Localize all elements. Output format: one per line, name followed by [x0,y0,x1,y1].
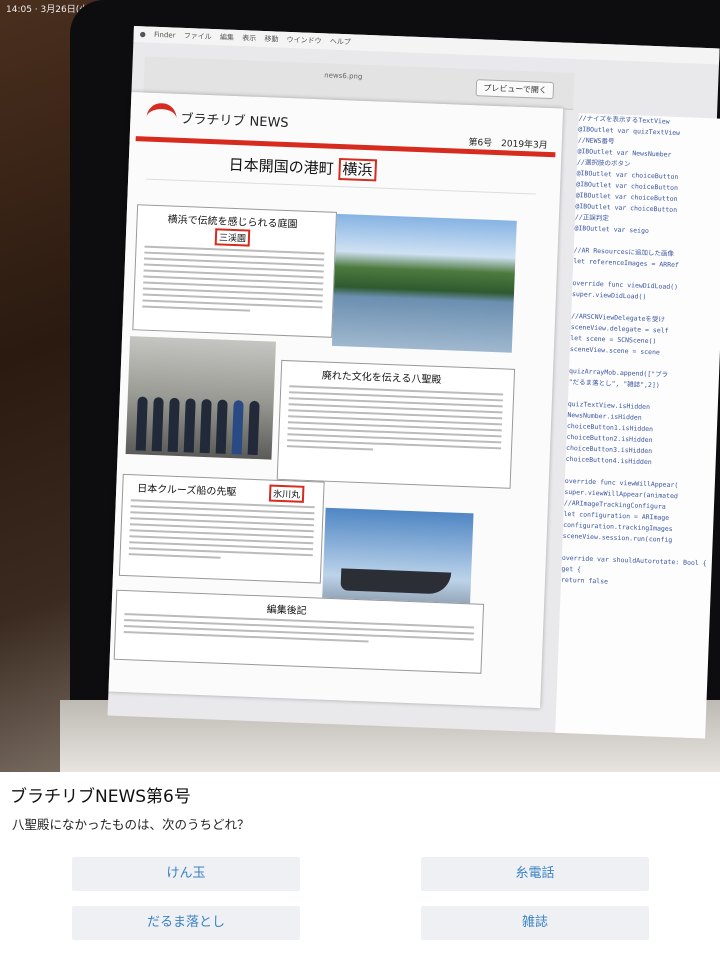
headline-text: 日本開国の港町 [228,155,335,178]
answer-button-2[interactable]: 糸電話 [421,857,649,891]
menu-item: 編集 [219,33,235,42]
answer-button-4[interactable]: 雑誌 [421,906,649,940]
article-body [128,499,315,566]
article-body [286,385,504,459]
answer-button-3[interactable]: だるま落とし [72,906,300,940]
article-hasseiden: 廃れた文化を伝える八聖殿 [276,359,516,489]
quiz-title: ブラチリブNEWS第6号 [10,787,191,807]
article-title: 横浜で伝統を感じられる庭園 [167,214,298,231]
open-preview-button: プレビューで開く [476,79,555,100]
headline-highlight: 横浜 [338,157,377,182]
menu-item: ファイル [183,31,212,41]
laptop-screen: ● Finder ファイル 編集 表示 移動 ウインドウ ヘルプ news6.p… [107,26,720,739]
ship-hull [340,568,452,595]
menu-item: 表示 [242,34,257,43]
article-body [142,245,325,319]
article-title: 日本クルーズ船の先駆 [137,483,237,499]
logo-icon [146,102,178,130]
quiz-panel: ブラチリブNEWS第6号 八聖殿になかったものは、次のうちどれ？ けん玉 糸電話… [0,772,720,960]
xcode-editor: //ナイズを表示するTextView @IBOutlet var quizText… [555,113,720,739]
answer-button-1[interactable]: けん玉 [72,857,300,891]
menu-item: ウインドウ [286,35,322,46]
apple-icon: ● [139,30,146,39]
newsletter-headline: 日本開国の港町 横浜 [228,154,377,182]
article-title: 廃れた文化を伝える八聖殿 [321,370,442,387]
article-garden: 横浜で伝統を感じられる庭園 三渓園 [132,204,338,338]
group-photo [125,336,276,460]
article-title: 編集後記 [266,604,307,618]
garden-photo [331,213,517,353]
article-highlight: 三渓園 [214,228,251,247]
menu-item: Finder [153,30,176,40]
quiz-question: 八聖殿になかったものは、次のうちどれ？ [12,817,250,832]
menu-item: 移動 [264,35,279,44]
article-highlight: 氷川丸 [268,484,305,503]
newsletter-brand: ブラチリブ NEWS [180,111,289,131]
ar-camera-view: 14:05 · 3月26日(火) ● Finder ファイル 編集 表示 移動 … [0,0,720,772]
menu-item: ヘルプ [329,37,351,47]
article-hikawamaru: 日本クルーズ船の先駆 氷川丸 [118,473,325,584]
window-title: news6.png [324,71,363,81]
intro-paragraph [145,178,536,211]
newsletter-page: ブラチリブ NEWS 第6号 2019年3月 日本開国の港町 横浜 横浜で伝統を… [108,91,564,709]
article-body [123,613,475,650]
article-editorial: 編集後記 [113,589,485,674]
